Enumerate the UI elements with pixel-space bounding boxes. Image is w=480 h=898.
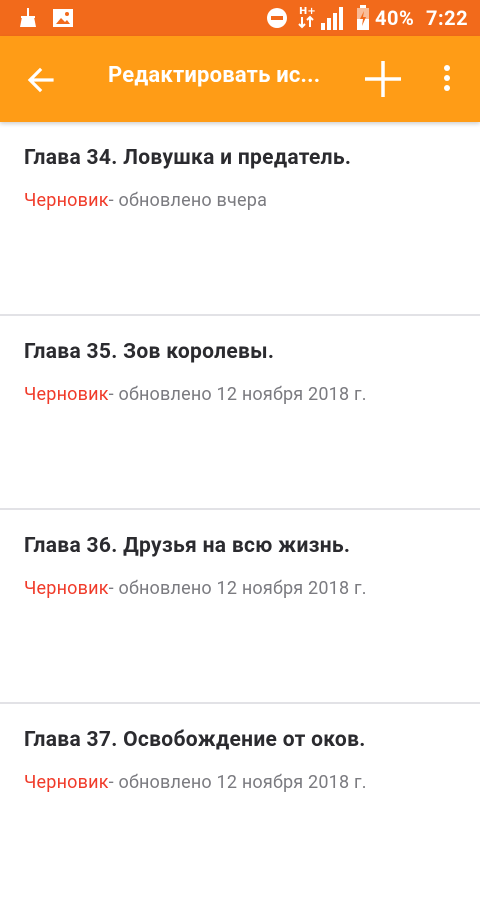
chapter-meta: Черновик- обновлено вчера <box>24 190 267 211</box>
chapter-meta: Черновик- обновлено 12 ноября 2018 г. <box>24 772 367 793</box>
do-not-disturb-icon <box>266 7 288 33</box>
page-title: Редактировать ис... <box>108 63 321 88</box>
network-type-text: H+ <box>299 6 316 17</box>
updated-text: - обновлено 12 ноября 2018 г. <box>108 384 367 405</box>
updated-text: - обновлено 12 ноября 2018 г. <box>108 578 367 599</box>
updated-text: - обновлено 12 ноября 2018 г. <box>108 772 367 793</box>
draft-status: Черновик <box>24 772 109 793</box>
back-arrow-icon[interactable] <box>22 61 60 99</box>
chapter-meta: Черновик- обновлено 12 ноября 2018 г. <box>24 578 367 599</box>
chapter-item[interactable]: Глава 34. Ловушка и предатель. Черновик-… <box>0 122 480 316</box>
network-arrows-icon: H+ <box>298 4 318 34</box>
draft-status: Черновик <box>24 190 109 211</box>
chapter-title: Глава 35. Зов королевы. <box>24 340 275 364</box>
chapter-item[interactable]: Глава 37. Освобождение от оков. Черновик… <box>0 704 480 898</box>
chapter-item[interactable]: Глава 36. Друзья на всю жизнь. Черновик-… <box>0 510 480 704</box>
battery-charging-icon <box>356 5 370 35</box>
updated-text: - обновлено вчера <box>108 190 268 211</box>
image-icon <box>52 7 74 33</box>
status-bar: H+ 40% 7:22 <box>0 0 480 36</box>
chapter-list: Глава 34. Ловушка и предатель. Черновик-… <box>0 122 480 898</box>
broom-icon <box>18 7 38 33</box>
more-vert-icon[interactable] <box>436 62 458 98</box>
draft-status: Черновик <box>24 578 109 599</box>
chapter-title: Глава 36. Друзья на всю жизнь. <box>24 534 351 558</box>
add-icon[interactable] <box>362 58 404 100</box>
chapter-title: Глава 37. Освобождение от оков. <box>24 728 366 752</box>
chapter-meta: Черновик- обновлено 12 ноября 2018 г. <box>24 384 367 405</box>
chapter-item[interactable]: Глава 35. Зов королевы. Черновик- обновл… <box>0 316 480 510</box>
chapter-title: Глава 34. Ловушка и предатель. <box>24 146 352 170</box>
battery-percent: 40% <box>375 6 415 30</box>
clock-time: 7:22 <box>426 6 469 30</box>
draft-status: Черновик <box>24 384 109 405</box>
signal-icon <box>320 5 346 35</box>
app-toolbar: Редактировать ис... <box>0 36 480 122</box>
